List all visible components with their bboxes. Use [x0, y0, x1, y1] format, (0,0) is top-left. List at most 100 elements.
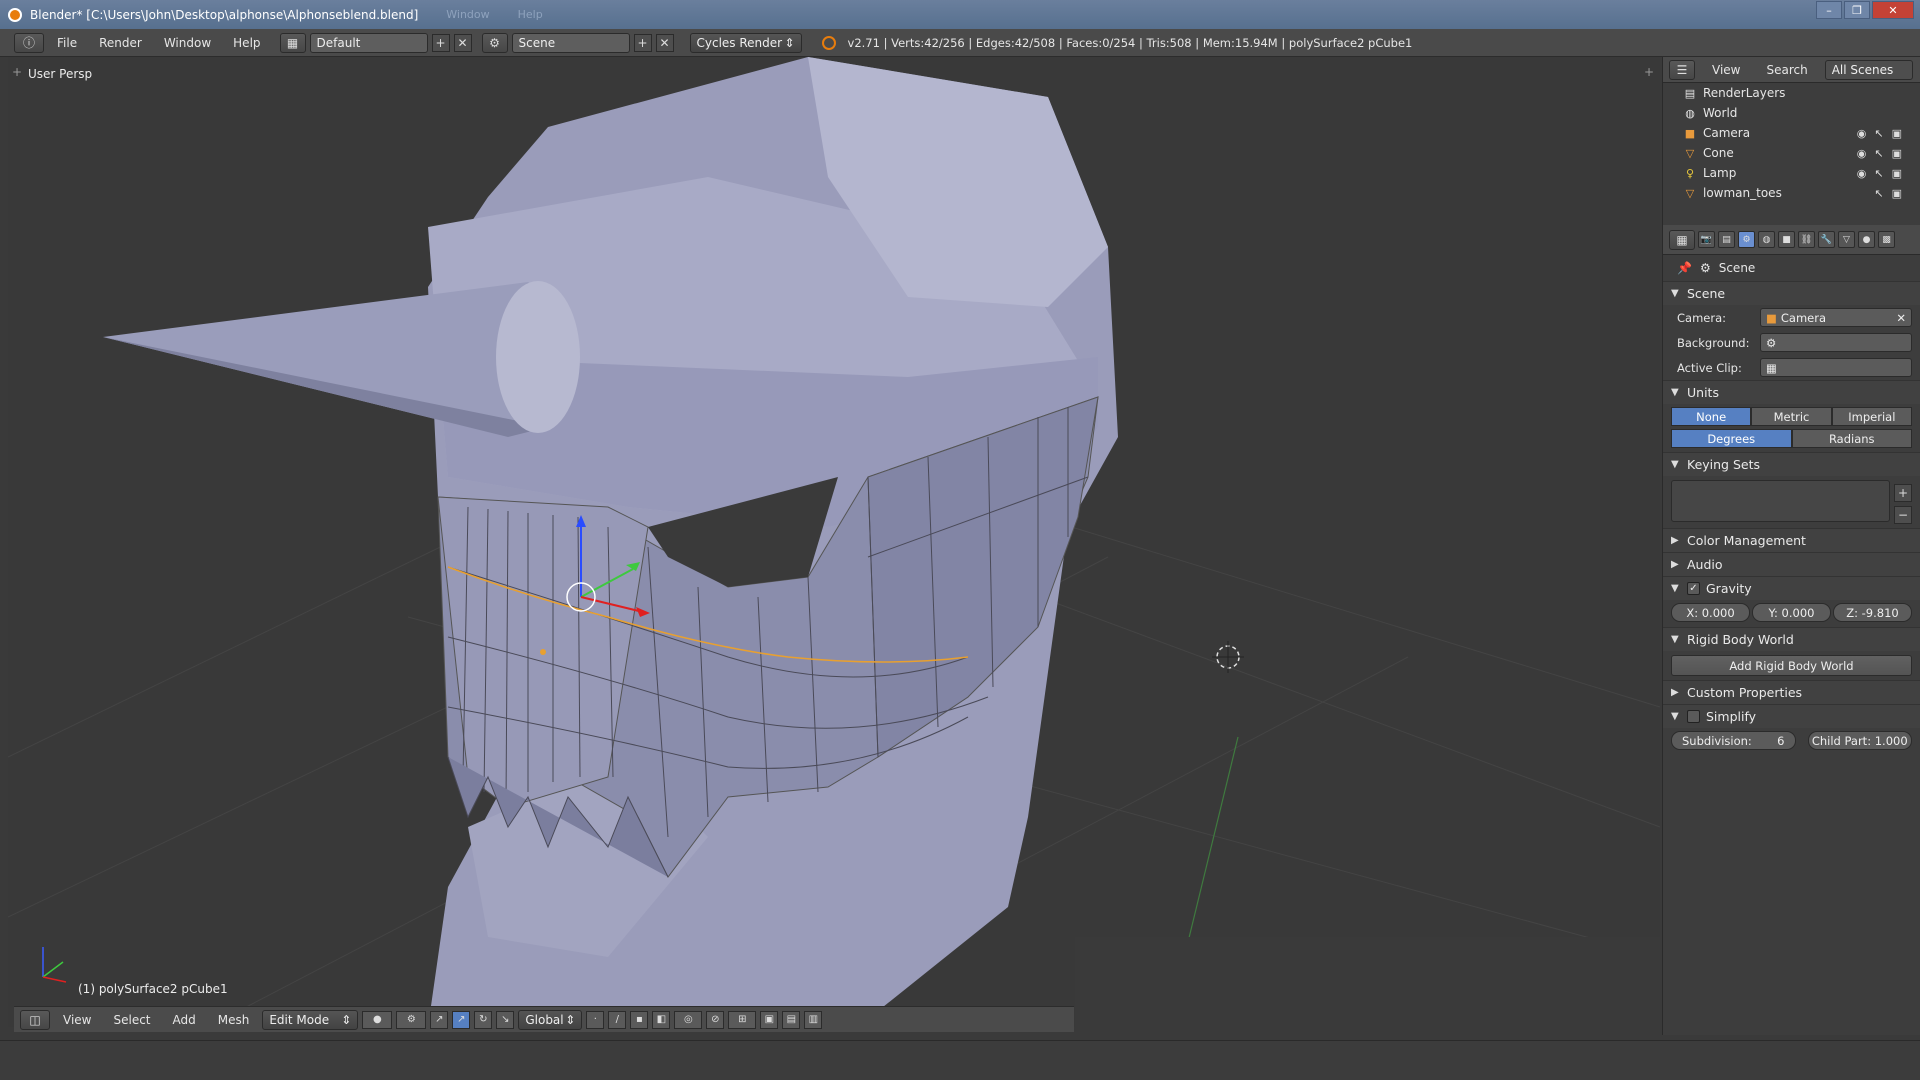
scene-icon[interactable]: ⚙ — [481, 32, 508, 53]
layout-field[interactable]: Default — [309, 32, 428, 53]
gravity-z-field[interactable]: Z: -9.810 — [1833, 603, 1912, 622]
tab-scene[interactable]: ⚙ — [1738, 231, 1755, 248]
add-scene-button[interactable]: + — [633, 33, 652, 52]
scale-manipulator-icon[interactable]: ↘ — [496, 1010, 515, 1029]
clear-icon[interactable]: ✕ — [1896, 311, 1906, 325]
orientation-dropdown[interactable]: Global ⇕ — [518, 1009, 583, 1030]
menu-mesh[interactable]: Mesh — [209, 1013, 259, 1027]
add-layout-button[interactable]: + — [431, 33, 450, 52]
visibility-eye-icon[interactable]: ◉ — [1857, 127, 1867, 140]
outliner-item-renderlayers[interactable]: ▤ RenderLayers — [1663, 83, 1920, 103]
select-arrow-icon[interactable]: ↖ — [1874, 187, 1883, 200]
tab-render-layers[interactable]: ▤ — [1718, 231, 1735, 248]
unit-imperial-button[interactable]: Imperial — [1831, 407, 1912, 426]
render-layers-icon[interactable]: ▣ — [760, 1010, 779, 1029]
panel-gravity-header[interactable]: ▼ ✓ Gravity — [1663, 576, 1920, 600]
menu-render[interactable]: Render — [90, 36, 151, 50]
vertex-select-icon[interactable]: · — [586, 1010, 605, 1029]
outliner-item-lowman-toes[interactable]: ▽ lowman_toes ↖ ▣ — [1663, 183, 1920, 203]
tab-texture[interactable]: ▩ — [1878, 231, 1895, 248]
panel-audio-header[interactable]: ▶ Audio — [1663, 552, 1920, 576]
select-arrow-icon[interactable]: ↖ — [1874, 167, 1883, 180]
gravity-x-field[interactable]: X: 0.000 — [1671, 603, 1750, 622]
outliner-menu-view[interactable]: View — [1703, 63, 1749, 77]
editor-type-outliner-icon[interactable]: ☰ — [1669, 59, 1695, 80]
select-arrow-icon[interactable]: ↖ — [1874, 147, 1883, 160]
child-particles-field[interactable]: Child Part: 1.000 — [1807, 731, 1912, 750]
scene-field[interactable]: Scene — [511, 32, 630, 53]
tab-data[interactable]: ▽ — [1838, 231, 1855, 248]
outliner-item-world[interactable]: ◍ World — [1663, 103, 1920, 123]
remove-layout-button[interactable]: ✕ — [453, 33, 472, 52]
background-field[interactable]: ⚙ — [1760, 333, 1912, 352]
close-button[interactable]: ✕ — [1872, 1, 1914, 19]
edge-select-icon[interactable]: / — [608, 1010, 627, 1029]
simplify-checkbox[interactable] — [1687, 710, 1700, 723]
camera-field[interactable]: ■ Camera ✕ — [1760, 308, 1912, 327]
outliner-menu-search[interactable]: Search — [1757, 63, 1816, 77]
render-camera-icon[interactable]: ▣ — [1892, 167, 1902, 180]
editor-type-3d-icon[interactable]: ◫ — [20, 1009, 50, 1030]
render-camera-icon[interactable]: ▣ — [1892, 127, 1902, 140]
maximize-button[interactable]: ❐ — [1844, 1, 1870, 19]
remove-scene-button[interactable]: ✕ — [655, 33, 674, 52]
render-camera-icon[interactable]: ▣ — [1892, 187, 1902, 200]
menu-window[interactable]: Window — [155, 36, 220, 50]
translate-manipulator-icon[interactable]: ↗ — [452, 1010, 471, 1029]
rotate-manipulator-icon[interactable]: ↻ — [474, 1010, 493, 1029]
mode-dropdown[interactable]: Edit Mode ⇕ — [262, 1009, 359, 1030]
occlude-geometry-icon[interactable]: ◧ — [652, 1010, 671, 1029]
panel-scene-header[interactable]: ▼ Scene — [1663, 281, 1920, 305]
viewport-scene[interactable] — [8, 57, 1660, 1027]
editor-type-properties-icon[interactable]: ▦ — [1669, 229, 1695, 250]
opengl-render-icon[interactable]: ▤ — [782, 1010, 801, 1029]
minimize-button[interactable]: – — [1816, 1, 1842, 19]
snap-toggle-icon[interactable]: ⊘ — [706, 1010, 725, 1029]
gravity-y-field[interactable]: Y: 0.000 — [1752, 603, 1831, 622]
render-camera-icon[interactable]: ▣ — [1892, 147, 1902, 160]
3d-cursor[interactable] — [1212, 641, 1244, 673]
unit-metric-button[interactable]: Metric — [1751, 407, 1832, 426]
tab-constraints[interactable]: ⛓ — [1798, 231, 1815, 248]
add-rigid-body-world-button[interactable]: Add Rigid Body World — [1671, 655, 1912, 676]
subdivision-field[interactable]: Subdivision: 6 — [1671, 731, 1796, 750]
horn-cone[interactable] — [103, 281, 580, 437]
gravity-checkbox[interactable]: ✓ — [1687, 582, 1700, 595]
panel-rigid-body-header[interactable]: ▼ Rigid Body World — [1663, 627, 1920, 651]
tab-world[interactable]: ◍ — [1758, 231, 1775, 248]
proportional-edit-icon[interactable]: ◎ — [674, 1010, 703, 1029]
menu-file[interactable]: File — [48, 36, 86, 50]
render-engine-dropdown[interactable]: Cycles Render ⇕ — [689, 32, 802, 53]
keying-sets-list[interactable] — [1671, 480, 1890, 522]
radians-button[interactable]: Radians — [1791, 429, 1912, 448]
3d-viewport[interactable]: User Persp + + (1) polySurface2 pCube1 — [8, 57, 1660, 1027]
menu-add[interactable]: Add — [164, 1013, 205, 1027]
menu-select[interactable]: Select — [104, 1013, 159, 1027]
screen-layout-icon[interactable]: ▦ — [279, 32, 306, 53]
corner-plus-icon-right[interactable]: + — [1644, 65, 1654, 79]
menu-help[interactable]: Help — [224, 36, 269, 50]
corner-plus-icon[interactable]: + — [12, 65, 22, 79]
tab-render[interactable]: 📷 — [1698, 231, 1715, 248]
snap-element-icon[interactable]: ⊞ — [728, 1010, 757, 1029]
panel-custom-properties-header[interactable]: ▶ Custom Properties — [1663, 680, 1920, 704]
opengl-anim-icon[interactable]: ▥ — [804, 1010, 823, 1029]
editor-type-info-icon[interactable]: ⓘ — [14, 32, 44, 53]
tab-object[interactable]: ■ — [1778, 231, 1795, 248]
tab-material[interactable]: ● — [1858, 231, 1875, 248]
pin-icon[interactable]: 📌 — [1677, 261, 1692, 275]
manipulator-toggle-icon[interactable]: ↗ — [430, 1010, 449, 1029]
face-select-icon[interactable]: ▪ — [630, 1010, 649, 1029]
remove-keying-set-button[interactable]: − — [1894, 506, 1912, 524]
panel-color-management-header[interactable]: ▶ Color Management — [1663, 528, 1920, 552]
tab-modifiers[interactable]: 🔧 — [1818, 231, 1835, 248]
add-keying-set-button[interactable]: + — [1894, 484, 1912, 502]
panel-keying-sets-header[interactable]: ▼ Keying Sets — [1663, 452, 1920, 476]
outliner-item-camera[interactable]: ■ Camera ◉ ↖ ▣ — [1663, 123, 1920, 143]
panel-simplify-header[interactable]: ▼ Simplify — [1663, 704, 1920, 728]
select-arrow-icon[interactable]: ↖ — [1874, 127, 1883, 140]
visibility-eye-icon[interactable]: ◉ — [1857, 167, 1867, 180]
display-mode-dropdown[interactable]: All Scenes — [1824, 59, 1913, 80]
visibility-eye-icon[interactable]: ◉ — [1857, 147, 1867, 160]
outliner-item-cone[interactable]: ▽ Cone ◉ ↖ ▣ — [1663, 143, 1920, 163]
